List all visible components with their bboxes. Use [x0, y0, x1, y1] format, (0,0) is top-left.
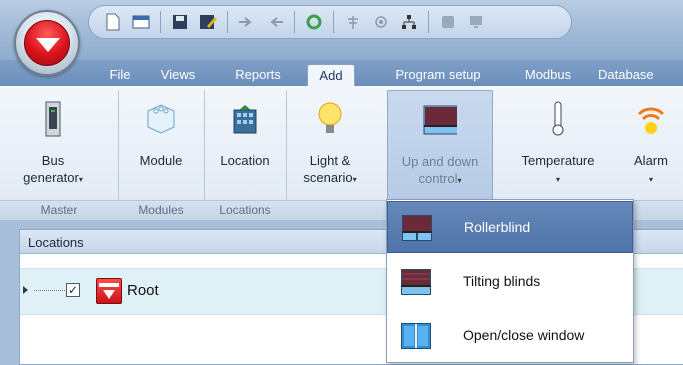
location-button[interactable]: Location [208, 90, 282, 200]
group-label-locations: Locations [219, 203, 271, 217]
thermometer-icon [541, 100, 575, 138]
alarm-icon [634, 100, 668, 138]
up-and-down-label-line2: control▾ [418, 171, 462, 186]
tab-modbus[interactable]: Modbus [515, 64, 581, 86]
toolbar-separator [333, 11, 334, 33]
toolbar-separator [160, 11, 161, 33]
up-and-down-control-menu: Rollerblind Tilting blinds Open/close wi… [386, 199, 634, 363]
locations-panel-title: Locations [28, 235, 84, 250]
new-file-icon[interactable] [101, 10, 125, 34]
location-label: Location [220, 153, 270, 168]
group-label-modules: Modules [138, 203, 184, 217]
quick-access-toolbar [88, 5, 572, 39]
tilting-blinds-icon [401, 269, 431, 295]
module-small-icon[interactable] [436, 10, 460, 34]
save-as-icon[interactable] [196, 10, 220, 34]
carlo-gavazzi-logo-icon [96, 278, 122, 304]
module-button[interactable]: Module [124, 90, 198, 200]
rollerblind-icon [402, 215, 432, 241]
bus-generator-label: Bus [41, 153, 65, 168]
menu-item-tilting-blinds[interactable]: Tilting blinds [387, 256, 633, 308]
light-scenario-label: Light & [309, 153, 351, 168]
antenna-icon[interactable] [341, 10, 365, 34]
import-icon[interactable] [235, 10, 259, 34]
group-separator [118, 90, 119, 218]
network-icon[interactable] [397, 10, 421, 34]
tab-database[interactable]: Database [598, 64, 683, 86]
logo-triangle [36, 38, 60, 52]
alarm-button[interactable]: Alarm ▾ [618, 90, 683, 200]
tree-expand-icon[interactable] [23, 286, 28, 294]
group-separator [286, 90, 287, 218]
menu-item-tilting-blinds-label: Tilting blinds [463, 273, 541, 289]
light-scenario-label-line2: scenario▾ [303, 170, 357, 185]
tab-views[interactable]: Views [153, 64, 203, 86]
toolbar-separator [428, 11, 429, 33]
temperature-dropdown-arrow: ▾ [555, 175, 560, 184]
menu-item-open-close-window[interactable]: Open/close window [387, 310, 633, 362]
save-icon[interactable] [168, 10, 192, 34]
bus-generator-icon [36, 100, 70, 138]
window-icon [401, 323, 431, 349]
application-menu-button[interactable] [14, 10, 80, 76]
ribbon-tab-bar: File Views Reports Add Program setup Mod… [0, 60, 683, 87]
export-icon[interactable] [263, 10, 287, 34]
menu-item-rollerblind[interactable]: Rollerblind [387, 201, 633, 253]
light-bulb-icon [313, 100, 347, 138]
monitor-icon[interactable] [464, 10, 488, 34]
temperature-button[interactable]: Temperature ▾ [506, 90, 610, 200]
wireless-icon[interactable] [369, 10, 393, 34]
temperature-label: Temperature [521, 153, 595, 168]
alarm-dropdown-arrow: ▾ [648, 175, 653, 184]
up-and-down-label: Up and down [401, 154, 479, 169]
carlo-gavazzi-logo-icon [24, 20, 70, 66]
module-icon [144, 100, 178, 138]
menu-item-open-close-window-label: Open/close window [463, 327, 585, 343]
refresh-icon[interactable] [302, 10, 326, 34]
blind-icon [423, 101, 457, 139]
root-checkbox[interactable]: ✓ [66, 283, 80, 297]
light-scenario-button[interactable]: Light & scenario▾ [290, 90, 370, 200]
alarm-label: Alarm [634, 153, 668, 168]
tree-label-root[interactable]: Root [127, 282, 159, 299]
tree-connector-line [34, 290, 65, 291]
group-separator [204, 90, 205, 218]
group-label-master: Master [40, 203, 78, 217]
bus-generator-button[interactable]: Bus generator▾ [4, 90, 102, 200]
open-icon[interactable] [129, 10, 153, 34]
toolbar-separator [294, 11, 295, 33]
menu-item-rollerblind-label: Rollerblind [464, 219, 531, 235]
tab-reports[interactable]: Reports [227, 64, 289, 86]
tab-add[interactable]: Add [307, 64, 355, 87]
bus-generator-label-line2: generator▾ [23, 170, 83, 185]
tab-program-setup[interactable]: Program setup [380, 64, 496, 86]
toolbar-separator [227, 11, 228, 33]
location-building-icon [228, 100, 262, 138]
up-and-down-control-button[interactable]: Up and down control▾ [387, 90, 493, 200]
tab-file[interactable]: File [102, 64, 138, 86]
module-label: Module [139, 153, 183, 168]
